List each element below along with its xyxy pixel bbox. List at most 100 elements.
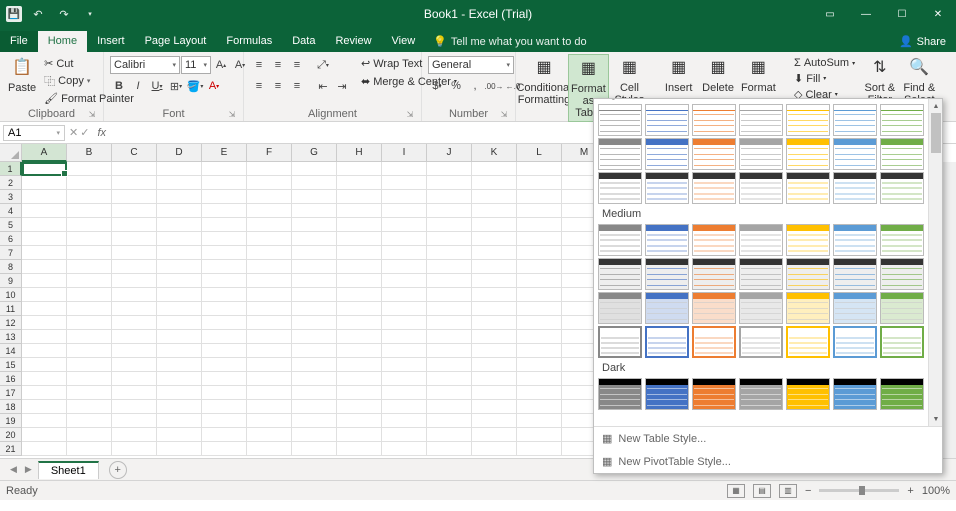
scroll-down-icon[interactable]: ▼ [929, 412, 942, 426]
row-header-16[interactable]: 16 [0, 372, 22, 386]
cell-L7[interactable] [517, 246, 562, 260]
cell-E6[interactable] [202, 232, 247, 246]
cell-B16[interactable] [67, 372, 112, 386]
cell-H11[interactable] [337, 302, 382, 316]
cell-K21[interactable] [472, 442, 517, 456]
cell-E19[interactable] [202, 414, 247, 428]
tab-formulas[interactable]: Formulas [216, 31, 282, 52]
col-header-D[interactable]: D [157, 144, 202, 162]
cell-K18[interactable] [472, 400, 517, 414]
cell-H14[interactable] [337, 344, 382, 358]
table-style-swatch[interactable] [739, 258, 783, 290]
cell-H19[interactable] [337, 414, 382, 428]
cell-K8[interactable] [472, 260, 517, 274]
table-style-swatch[interactable] [692, 104, 736, 136]
cell-C5[interactable] [112, 218, 157, 232]
cell-G20[interactable] [292, 428, 337, 442]
cell-D7[interactable] [157, 246, 202, 260]
tab-view[interactable]: View [382, 31, 426, 52]
cell-C20[interactable] [112, 428, 157, 442]
cell-L14[interactable] [517, 344, 562, 358]
col-header-K[interactable]: K [472, 144, 517, 162]
table-style-swatch[interactable] [645, 138, 689, 170]
cell-H10[interactable] [337, 288, 382, 302]
table-style-swatch[interactable] [692, 138, 736, 170]
cell-E2[interactable] [202, 176, 247, 190]
cell-G17[interactable] [292, 386, 337, 400]
cell-L19[interactable] [517, 414, 562, 428]
table-style-swatch[interactable] [692, 292, 736, 324]
col-header-J[interactable]: J [427, 144, 472, 162]
cell-G16[interactable] [292, 372, 337, 386]
tab-data[interactable]: Data [282, 31, 325, 52]
cell-F19[interactable] [247, 414, 292, 428]
table-style-swatch[interactable] [739, 326, 783, 358]
cell-F12[interactable] [247, 316, 292, 330]
table-style-swatch[interactable] [833, 138, 877, 170]
cell-H21[interactable] [337, 442, 382, 456]
table-style-swatch[interactable] [645, 104, 689, 136]
cell-H7[interactable] [337, 246, 382, 260]
cell-F11[interactable] [247, 302, 292, 316]
cell-I20[interactable] [382, 428, 427, 442]
row-header-5[interactable]: 5 [0, 218, 22, 232]
cell-H1[interactable] [337, 162, 382, 176]
cell-C9[interactable] [112, 274, 157, 288]
cell-E20[interactable] [202, 428, 247, 442]
table-style-swatch[interactable] [645, 378, 689, 410]
cell-K14[interactable] [472, 344, 517, 358]
cell-A19[interactable] [22, 414, 67, 428]
cell-I1[interactable] [382, 162, 427, 176]
bold-button[interactable]: B [110, 77, 128, 95]
cell-K15[interactable] [472, 358, 517, 372]
row-header-20[interactable]: 20 [0, 428, 22, 442]
cell-E5[interactable] [202, 218, 247, 232]
cell-K12[interactable] [472, 316, 517, 330]
cell-L1[interactable] [517, 162, 562, 176]
cell-J12[interactable] [427, 316, 472, 330]
row-header-12[interactable]: 12 [0, 316, 22, 330]
cell-K4[interactable] [472, 204, 517, 218]
cell-B9[interactable] [67, 274, 112, 288]
cell-L5[interactable] [517, 218, 562, 232]
table-style-swatch[interactable] [739, 138, 783, 170]
row-header-17[interactable]: 17 [0, 386, 22, 400]
cell-E8[interactable] [202, 260, 247, 274]
cell-I9[interactable] [382, 274, 427, 288]
cell-D3[interactable] [157, 190, 202, 204]
cell-J13[interactable] [427, 330, 472, 344]
cell-G3[interactable] [292, 190, 337, 204]
cell-K6[interactable] [472, 232, 517, 246]
cell-L11[interactable] [517, 302, 562, 316]
table-style-swatch[interactable] [880, 138, 924, 170]
table-style-swatch[interactable] [739, 292, 783, 324]
cell-L2[interactable] [517, 176, 562, 190]
increase-decimal-button[interactable]: .00→ [485, 77, 503, 95]
cell-G19[interactable] [292, 414, 337, 428]
cell-A11[interactable] [22, 302, 67, 316]
cell-J21[interactable] [427, 442, 472, 456]
undo-button[interactable]: ↶ [28, 4, 48, 24]
cell-E21[interactable] [202, 442, 247, 456]
table-style-swatch[interactable] [598, 138, 642, 170]
col-header-G[interactable]: G [292, 144, 337, 162]
minimize-button[interactable]: — [848, 0, 884, 28]
cell-D6[interactable] [157, 232, 202, 246]
table-style-swatch[interactable] [880, 104, 924, 136]
cell-E10[interactable] [202, 288, 247, 302]
cell-H12[interactable] [337, 316, 382, 330]
table-style-swatch[interactable] [833, 378, 877, 410]
cell-F8[interactable] [247, 260, 292, 274]
cell-A15[interactable] [22, 358, 67, 372]
cell-D15[interactable] [157, 358, 202, 372]
cell-A16[interactable] [22, 372, 67, 386]
cell-J3[interactable] [427, 190, 472, 204]
sheet-nav-prev[interactable]: ◀ [8, 464, 19, 475]
cell-I7[interactable] [382, 246, 427, 260]
cell-B3[interactable] [67, 190, 112, 204]
cell-C19[interactable] [112, 414, 157, 428]
table-style-swatch[interactable] [645, 224, 689, 256]
cell-J17[interactable] [427, 386, 472, 400]
cell-G2[interactable] [292, 176, 337, 190]
cell-A17[interactable] [22, 386, 67, 400]
